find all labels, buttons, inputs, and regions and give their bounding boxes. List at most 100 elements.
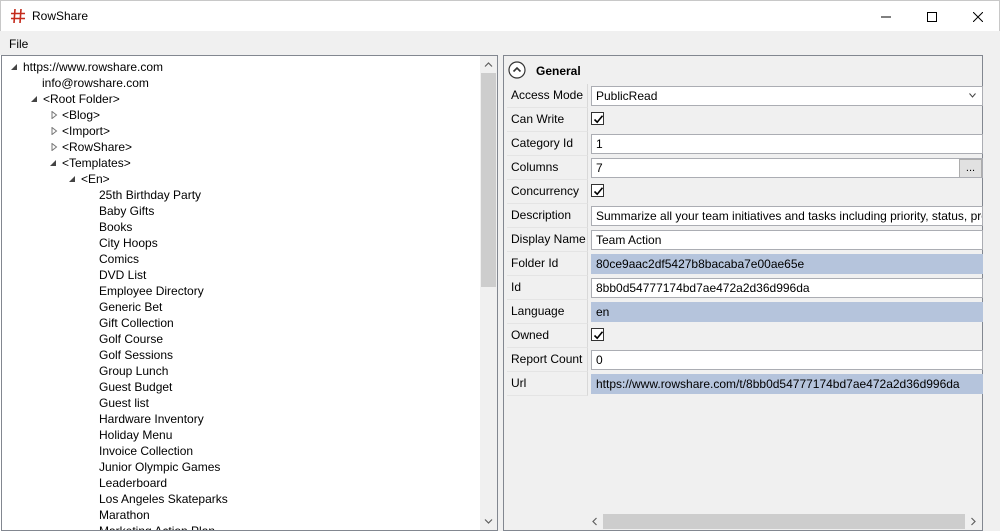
chevron-down-icon[interactable]	[969, 93, 976, 98]
tree-node-template[interactable]: Junior Olympic Games	[99, 459, 220, 475]
tree-node-label: Marathon	[99, 508, 150, 522]
tree-node-label: Group Lunch	[99, 364, 169, 378]
close-button[interactable]	[955, 1, 1000, 32]
property-row-access-mode: Access Mode PublicRead	[507, 84, 983, 108]
tree-node-label: Comics	[99, 252, 140, 266]
category-id-value[interactable]: 1	[591, 134, 983, 154]
can-write-checkbox[interactable]	[591, 112, 604, 125]
columns-value[interactable]: 7...	[591, 158, 983, 178]
folder-id-value[interactable]: 80ce9aac2df5427b8bacaba7e00ae65e	[591, 254, 983, 274]
checkmark-icon	[593, 187, 604, 196]
tree-node-templates[interactable]: <Templates>	[50, 155, 131, 171]
property-value-text: 80ce9aac2df5427b8bacaba7e00ae65e	[596, 257, 805, 271]
expanded-triangle-icon[interactable]	[10, 63, 18, 71]
display-name-value[interactable]: Team Action	[591, 230, 983, 250]
tree-node-label: Baby Gifts	[99, 204, 155, 218]
maximize-icon	[927, 11, 937, 22]
tree-node-template[interactable]: Group Lunch	[99, 363, 168, 379]
tree-node-label: info@rowshare.com	[42, 76, 149, 90]
scroll-left-icon[interactable]	[590, 517, 599, 526]
concurrency-checkbox[interactable]	[591, 184, 604, 197]
tree-node-template[interactable]: Comics	[99, 251, 139, 267]
tree-node-en[interactable]: <En>	[69, 171, 110, 187]
property-row-folder-id: Folder Id 80ce9aac2df5427b8bacaba7e00ae65…	[507, 252, 983, 276]
tree-node-template[interactable]: Gift Collection	[99, 315, 174, 331]
property-row-report-count: Report Count 0	[507, 348, 983, 372]
tree-node-template[interactable]: Leaderboard	[99, 475, 167, 491]
tree-node-label: <Templates>	[62, 156, 131, 170]
checkmark-icon	[593, 331, 604, 340]
tree-node-rowshare[interactable]: <RowShare>	[51, 139, 133, 155]
property-row-columns: Columns 7...	[507, 156, 983, 180]
scroll-down-icon[interactable]	[484, 517, 493, 526]
tree-node-template[interactable]: Marathon	[99, 507, 150, 523]
collapse-chevron-icon[interactable]	[508, 61, 526, 79]
tree-node-label: https://www.rowshare.com	[23, 60, 164, 74]
menu-file[interactable]: File	[9, 37, 28, 51]
tree-node-template[interactable]: Marketing Action Plan	[99, 523, 215, 530]
access-mode-value[interactable]: PublicRead	[591, 86, 983, 106]
property-row-url: Url https://www.rowshare.com/t/8bb0d54777…	[507, 372, 983, 396]
url-value[interactable]: https://www.rowshare.com/t/8bb0d54777174…	[591, 374, 983, 394]
tree-node-root-folder[interactable]: <Root Folder>	[31, 91, 120, 107]
tree-node-account[interactable]: info@rowshare.com	[42, 75, 149, 91]
tree-node-label: Generic Bet	[99, 300, 163, 314]
window-right-edge	[983, 55, 1000, 531]
property-row-category-id: Category Id 1	[507, 132, 983, 156]
tree-node-template[interactable]: Hardware Inventory	[99, 411, 204, 427]
minimize-button[interactable]	[863, 1, 909, 32]
property-name: Report Count	[507, 348, 588, 372]
owned-checkbox[interactable]	[591, 328, 604, 341]
description-value[interactable]: Summarize all your team initiatives and …	[591, 206, 983, 226]
tree-node-template[interactable]: Guest list	[99, 395, 149, 411]
expanded-triangle-icon[interactable]	[30, 95, 38, 103]
scroll-thumb[interactable]	[481, 73, 496, 287]
property-value-text: en	[596, 305, 610, 319]
property-name: Columns	[507, 156, 588, 180]
tree-node-template[interactable]: Golf Course	[99, 331, 163, 347]
scroll-right-icon[interactable]	[969, 517, 978, 526]
collapsed-triangle-icon[interactable]	[50, 143, 58, 151]
property-name: Language	[507, 300, 588, 324]
tree-node-template[interactable]: 25th Birthday Party	[99, 187, 201, 203]
property-value-text: Team Action	[596, 233, 662, 247]
report-count-value[interactable]: 0	[591, 350, 983, 370]
tree-node-template[interactable]: Books	[99, 219, 132, 235]
expanded-triangle-icon[interactable]	[49, 159, 57, 167]
tree-node-root-url[interactable]: https://www.rowshare.com	[11, 59, 164, 75]
property-value-text: 8bb0d54777174bd7ae472a2d36d996da	[596, 281, 810, 295]
tree-node-label: <Blog>	[62, 108, 101, 122]
tree-node-template[interactable]: Invoice Collection	[99, 443, 193, 459]
tree-vertical-scrollbar[interactable]	[480, 56, 497, 530]
tree-node-label: <RowShare>	[62, 140, 133, 154]
language-value[interactable]: en	[591, 302, 983, 322]
columns-edit-button[interactable]: ...	[959, 159, 982, 177]
scroll-thumb[interactable]	[603, 514, 965, 529]
tree-node-template[interactable]: Holiday Menu	[99, 427, 172, 443]
maximize-button[interactable]	[909, 1, 955, 32]
tree-node-template[interactable]: Employee Directory	[99, 283, 204, 299]
tree-node-label: <En>	[81, 172, 110, 186]
property-horizontal-scrollbar[interactable]	[586, 513, 982, 530]
tree-node-template[interactable]: Baby Gifts	[99, 203, 154, 219]
tree-node-template[interactable]: Guest Budget	[99, 379, 172, 395]
category-header[interactable]: General	[504, 56, 982, 84]
tree-node-template[interactable]: City Hoops	[99, 235, 158, 251]
collapsed-triangle-icon[interactable]	[50, 111, 58, 119]
tree-node-template[interactable]: Los Angeles Skateparks	[99, 491, 228, 507]
scroll-up-icon[interactable]	[484, 60, 493, 69]
id-value[interactable]: 8bb0d54777174bd7ae472a2d36d996da	[591, 278, 983, 298]
tree-node-blog[interactable]: <Blog>	[51, 107, 101, 123]
property-name: Category Id	[507, 132, 588, 156]
tree-node-import[interactable]: <Import>	[51, 123, 110, 139]
tree-node-template[interactable]: DVD List	[99, 267, 146, 283]
property-row-owned: Owned	[507, 324, 982, 348]
tree-node-template[interactable]: Generic Bet	[99, 299, 162, 315]
property-name: Can Write	[507, 108, 588, 132]
expanded-triangle-icon[interactable]	[68, 175, 76, 183]
tree-node-label: Holiday Menu	[99, 428, 173, 442]
tree-node-template[interactable]: Golf Sessions	[99, 347, 173, 363]
property-name: Description	[507, 204, 588, 228]
property-name: Owned	[507, 324, 588, 348]
collapsed-triangle-icon[interactable]	[50, 127, 58, 135]
